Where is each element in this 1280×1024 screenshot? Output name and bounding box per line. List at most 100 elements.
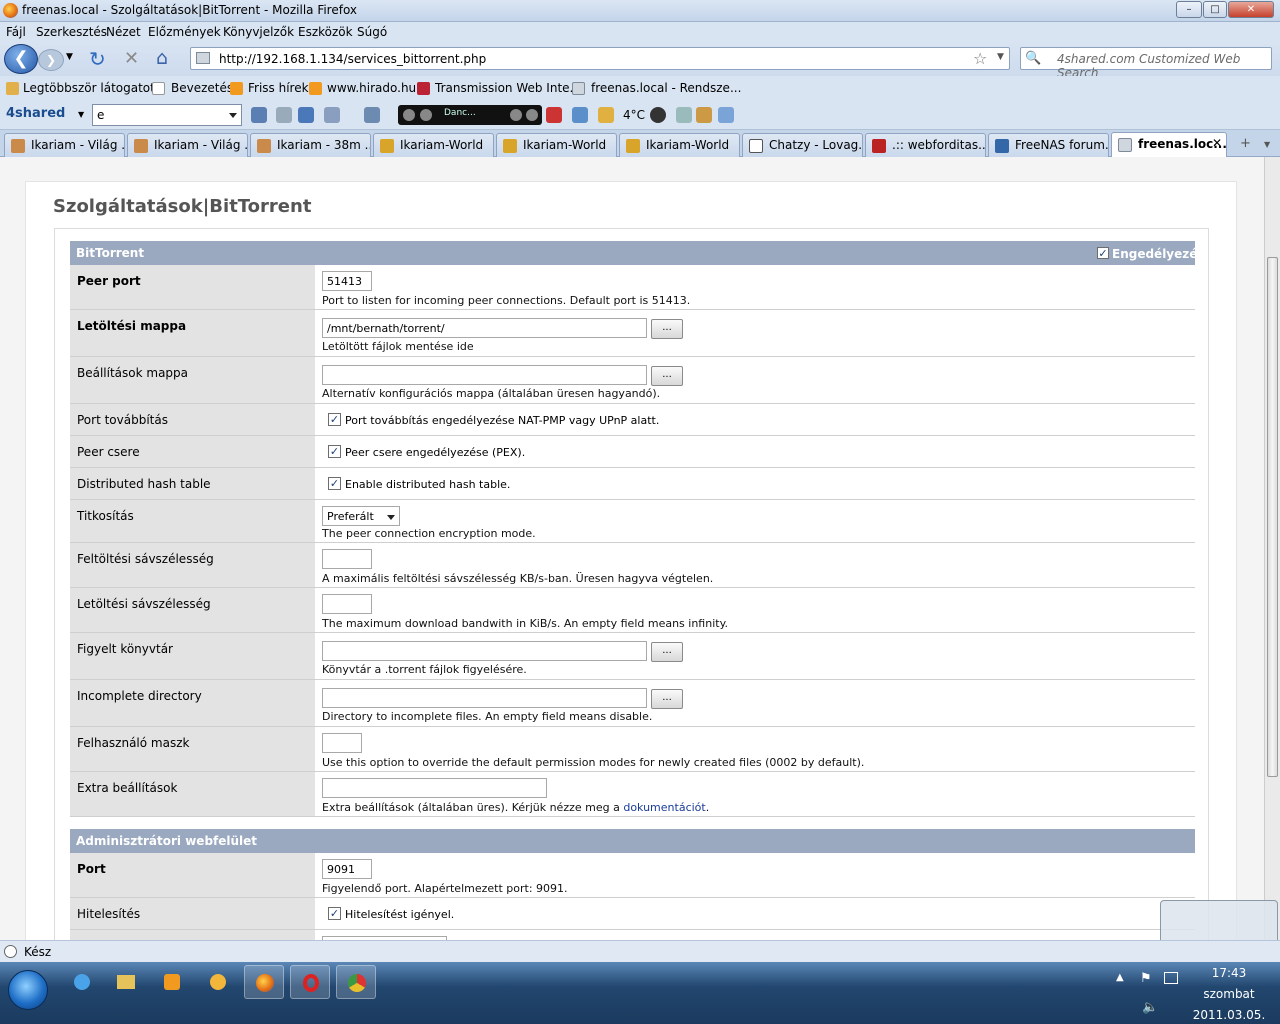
config-dir-input[interactable] <box>322 365 647 385</box>
calculator-icon[interactable] <box>676 107 692 123</box>
search-icon[interactable]: 🔍 <box>1025 51 1041 66</box>
pex-checkbox[interactable]: ✓ <box>328 445 341 458</box>
browse-button[interactable]: ... <box>651 319 683 339</box>
close-tab-icon[interactable]: ✕ <box>1212 136 1222 150</box>
row-authentication: Hitelesítés ✓ Hitelesítést igényel. <box>70 898 1195 930</box>
close-window-button[interactable]: ✕ <box>1228 1 1274 18</box>
documentation-link[interactable]: dokumentációt <box>623 801 705 814</box>
explorer-icon[interactable] <box>106 965 146 999</box>
chrome-taskbar-icon[interactable] <box>336 965 376 999</box>
scrollbar-thumb[interactable] <box>1267 257 1278 777</box>
back-button[interactable]: ❮ <box>4 44 38 74</box>
maximize-button[interactable]: □ <box>1203 1 1227 18</box>
download-bandwidth-input[interactable] <box>322 594 372 614</box>
firefox-taskbar-icon[interactable] <box>244 965 284 999</box>
reload-icon[interactable]: ↻ <box>89 47 106 71</box>
split-icon[interactable] <box>276 107 292 123</box>
user-icon[interactable] <box>324 107 340 123</box>
tab-chatzy[interactable]: Chatzy - Lovag... <box>742 133 863 157</box>
network-icon[interactable] <box>1164 972 1178 984</box>
network-icon[interactable] <box>572 107 588 123</box>
forward-button[interactable]: ❯ <box>38 49 64 71</box>
record-icon[interactable] <box>650 107 666 123</box>
messenger-icon[interactable] <box>198 965 238 999</box>
stop-icon[interactable]: ✕ <box>124 48 139 69</box>
umask-input[interactable] <box>322 733 362 753</box>
vertical-scrollbar[interactable] <box>1264 157 1280 940</box>
enable-checkbox[interactable]: ✓ <box>1097 247 1109 259</box>
bookmark-hirado[interactable]: www.hirado.hu <box>327 81 416 95</box>
notes-icon[interactable] <box>718 107 734 123</box>
tab-ikariam-world-3[interactable]: Ikariam-World <box>619 133 740 157</box>
tab-freenas-active[interactable]: freenas.loc... ✕ <box>1111 132 1227 158</box>
admin-port-input[interactable]: 9091 <box>322 859 372 879</box>
weather-icon[interactable] <box>598 107 614 123</box>
url-bar[interactable]: http://192.168.1.134/services_bittorrent… <box>190 47 1010 70</box>
browse-button[interactable]: ... <box>651 642 683 662</box>
action-center-icon[interactable]: ⚑ <box>1140 971 1152 986</box>
tab-list-icon[interactable]: ▼ <box>1264 140 1270 149</box>
new-tab-icon[interactable]: + <box>1240 136 1251 151</box>
minimize-button[interactable]: – <box>1176 1 1202 18</box>
tab-ikariam-3[interactable]: Ikariam - 38m ... <box>250 133 371 157</box>
menu-edit[interactable]: Szerkesztés <box>36 25 107 39</box>
authentication-checkbox[interactable]: ✓ <box>328 907 341 920</box>
home-icon[interactable]: ⌂ <box>156 47 168 69</box>
peer-port-input[interactable]: 51413 <box>322 271 372 291</box>
go-icon[interactable] <box>251 107 267 123</box>
dht-checkbox[interactable]: ✓ <box>328 477 341 490</box>
logo-dropdown-icon[interactable]: ▼ <box>78 110 84 119</box>
menu-tools[interactable]: Eszközök <box>298 25 353 39</box>
tab-ikariam-world-2[interactable]: Ikariam-World <box>496 133 617 157</box>
url-dropdown-icon[interactable]: ▼ <box>997 52 1004 62</box>
tools-icon[interactable] <box>696 107 712 123</box>
play-icon[interactable] <box>420 109 432 121</box>
prev-icon[interactable] <box>403 109 415 121</box>
upload-bandwidth-input[interactable] <box>322 549 372 569</box>
4shared-logo[interactable]: 4shared <box>6 106 65 121</box>
download-dir-input[interactable]: /mnt/bernath/torrent/ <box>322 318 647 338</box>
watch-dir-input[interactable] <box>322 641 647 661</box>
bookmark-freenas[interactable]: freenas.local - Rendsze... <box>591 81 741 95</box>
search-box[interactable]: 🔍 4shared.com Customized Web Search <box>1020 47 1272 80</box>
incomplete-dir-input[interactable] <box>322 688 647 708</box>
tab-ikariam-2[interactable]: Ikariam - Világ ... <box>127 133 248 157</box>
menu-help[interactable]: Súgó <box>357 25 387 39</box>
menu-history[interactable]: Előzmények <box>148 25 221 39</box>
encryption-select[interactable]: Preferált <box>322 506 400 526</box>
tab-webforditas[interactable]: .:: webforditas.... <box>865 133 986 157</box>
volume-icon[interactable] <box>510 109 522 121</box>
chevron-down-icon[interactable] <box>229 113 237 118</box>
extra-options-input[interactable] <box>322 778 547 798</box>
clock[interactable]: 17:43 szombat 2011.03.05. <box>1190 963 1268 1024</box>
tray-arrow-icon[interactable]: ▲ <box>1116 972 1124 983</box>
browse-button[interactable]: ... <box>651 366 683 386</box>
port-forwarding-checkbox[interactable]: ✓ <box>328 413 341 426</box>
menu-bookmarks[interactable]: Könyvjelzők <box>223 25 294 39</box>
toolbar-search-input[interactable]: e <box>92 104 242 126</box>
menu-file[interactable]: Fájl <box>6 25 26 39</box>
media-player[interactable]: Danc... <box>398 105 542 125</box>
start-button[interactable] <box>8 970 48 1010</box>
4shared-icon[interactable] <box>298 107 314 123</box>
media-player-icon[interactable] <box>152 965 192 999</box>
tab-ikariam-world-1[interactable]: Ikariam-World <box>373 133 494 157</box>
bookmark-transmission[interactable]: Transmission Web Inte... <box>435 81 581 95</box>
opera-taskbar-icon[interactable] <box>290 965 330 999</box>
bookmark-most-visited[interactable]: Legtöbbször látogatott <box>23 81 160 95</box>
bookmark-star-icon[interactable]: ☆ <box>973 49 987 68</box>
row-label: Peer port <box>70 265 316 309</box>
tab-ikariam-1[interactable]: Ikariam - Világ ... <box>4 133 125 157</box>
menu-view[interactable]: Nézet <box>106 25 141 39</box>
url-text[interactable]: http://192.168.1.134/services_bittorrent… <box>219 52 486 66</box>
tab-freenas-forum[interactable]: FreeNAS forum... <box>988 133 1109 157</box>
bookmark-news[interactable]: Friss hírek <box>248 81 309 95</box>
stop-icon[interactable] <box>526 109 538 121</box>
volume-icon[interactable]: 🔈 <box>1142 1000 1158 1015</box>
bookmark-intro[interactable]: Bevezetés <box>171 81 233 95</box>
window-icon[interactable] <box>364 107 380 123</box>
browse-button[interactable]: ... <box>651 689 683 709</box>
history-dropdown-icon[interactable]: ▼ <box>66 52 73 62</box>
ie-icon[interactable] <box>62 965 102 999</box>
youtube-icon[interactable] <box>546 107 562 123</box>
